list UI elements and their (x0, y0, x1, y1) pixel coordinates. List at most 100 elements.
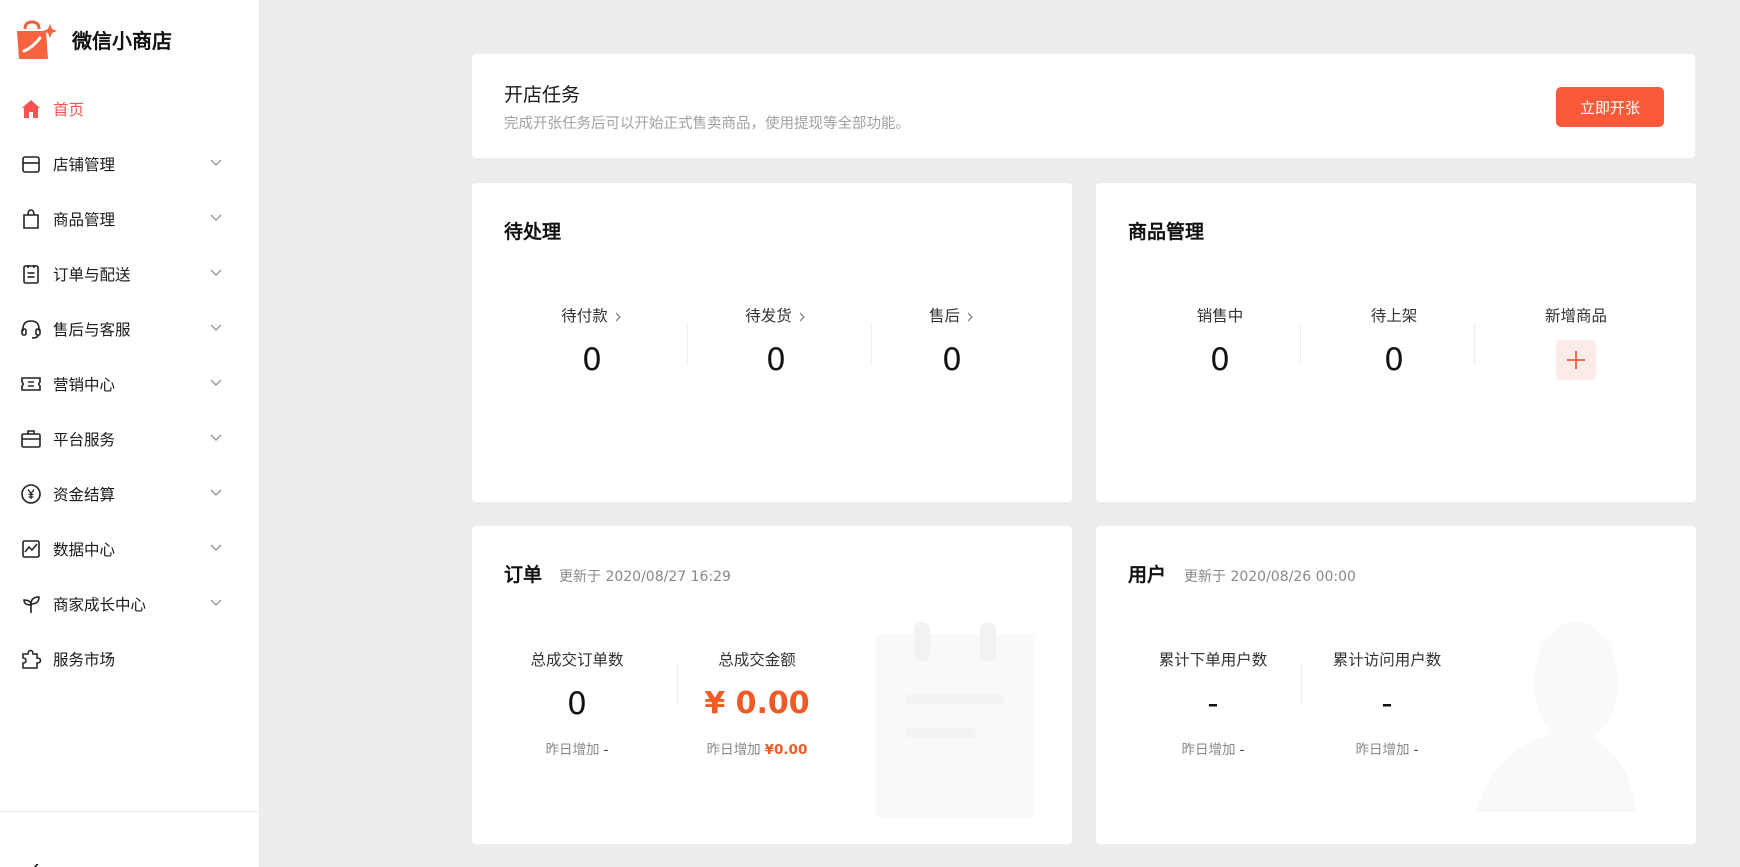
chevron-down-icon (208, 484, 224, 500)
sidebar-item-orders[interactable]: 订单与配送 (0, 246, 260, 301)
ordering-users-stat: 累计下单用户数 - 昨日增加 - (1148, 648, 1278, 758)
calendar-watermark-icon (876, 622, 1034, 822)
sidebar-item-label: 平台服务 (53, 430, 116, 449)
stat-value: - (1207, 686, 1219, 722)
sidebar-item-after-sales[interactable]: 售后与客服 (0, 301, 260, 356)
updated-time: 更新于 2020/08/26 00:00 (1184, 569, 1356, 585)
card-title: 商品管理 (1128, 221, 1205, 243)
user-icon[interactable] (32, 858, 42, 867)
sidebar-item-label: 首页 (53, 100, 85, 119)
sidebar-item-label: 商品管理 (53, 210, 116, 229)
brand-name: 微信小商店 (72, 28, 172, 53)
pending-shipment-stat[interactable]: 待发货 0 (716, 304, 836, 380)
chevron-down-icon (208, 154, 224, 170)
foot-value: - (1413, 742, 1419, 758)
sprout-icon (20, 593, 42, 615)
stat-label: 销售中 (1196, 307, 1244, 325)
sidebar-item-label: 营销中心 (53, 375, 116, 394)
stat-value: 0 (942, 342, 962, 378)
sidebar-item-label: 数据中心 (53, 540, 116, 559)
sidebar-divider (0, 811, 260, 812)
card-title: 待处理 (504, 221, 562, 243)
puzzle-icon (20, 648, 42, 670)
stat-label: 总成交金额 (718, 651, 796, 669)
brand[interactable]: 微信小商店 (16, 14, 172, 64)
chevron-right-icon (965, 309, 975, 322)
chevron-down-icon (208, 264, 224, 280)
sidebar-nav: 首页 店铺管理 商品管理 订单与配送 售后与客服 营销中心 平台服务 资金结算 … (0, 81, 260, 686)
users-card: 用户 更新于 2020/08/26 00:00 累计下单用户数 - 昨日增加 - … (1096, 526, 1696, 844)
stat-label: 累计访问用户数 (1332, 651, 1442, 669)
stat-label: 售后 (928, 307, 960, 325)
divider (1474, 324, 1475, 364)
card-title: 用户 (1128, 564, 1167, 586)
sidebar-item-label: 订单与配送 (53, 265, 131, 284)
sidebar-item-label: 售后与客服 (53, 320, 131, 339)
total-orders-stat: 总成交订单数 0 昨日增加 - (512, 648, 642, 758)
plus-icon (1567, 351, 1585, 369)
chevron-down-icon (208, 319, 224, 335)
foot-label: 昨日增加 (1355, 742, 1410, 758)
pending-payment-stat[interactable]: 待付款 0 (532, 304, 652, 380)
visiting-users-stat: 累计访问用户数 - 昨日增加 - (1322, 648, 1452, 758)
sidebar-item-goods[interactable]: 商品管理 (0, 191, 260, 246)
sidebar-item-store[interactable]: 店铺管理 (0, 136, 260, 191)
stat-label: 待发货 (745, 307, 792, 325)
on-sale-stat[interactable]: 销售中 0 (1160, 304, 1280, 380)
sidebar-item-settlement[interactable]: 资金结算 (0, 466, 260, 521)
sidebar-item-marketing[interactable]: 营销中心 (0, 356, 260, 411)
sidebar-item-platform-services[interactable]: 平台服务 (0, 411, 260, 466)
clipboard-icon (20, 263, 42, 285)
stat-label: 累计下单用户数 (1158, 651, 1268, 669)
divider (687, 324, 688, 364)
chevron-down-icon (208, 209, 224, 225)
updated-time: 更新于 2020/08/27 16:29 (559, 569, 731, 585)
sidebar-item-growth-center[interactable]: 商家成长中心 (0, 576, 260, 631)
stat-value: - (1381, 686, 1393, 722)
stat-label: 待付款 (561, 307, 608, 325)
foot-label: 昨日增加 (706, 742, 761, 758)
add-product-stat: 新增商品 (1516, 304, 1636, 380)
stat-label: 待上架 (1370, 307, 1418, 325)
sidebar-item-label: 服务市场 (53, 650, 116, 669)
open-store-button[interactable]: 立即开张 (1556, 87, 1664, 127)
ticket-icon (20, 373, 42, 395)
stat-label: 新增商品 (1544, 307, 1607, 325)
task-title: 开店任务 (504, 84, 581, 106)
shopping-bag-icon (20, 208, 42, 230)
stat-value: 0 (1384, 342, 1404, 378)
chevron-down-icon (208, 539, 224, 555)
chart-icon (20, 538, 42, 560)
divider (1300, 324, 1301, 364)
sidebar-item-service-market[interactable]: 服务市场 (0, 631, 260, 686)
after-sales-stat[interactable]: 售后 0 (892, 304, 1012, 380)
sidebar: 微信小商店 首页 店铺管理 商品管理 订单与配送 售后与客服 营销中心 平台服务… (0, 0, 260, 867)
foot-value: - (1239, 742, 1245, 758)
sidebar-item-data-center[interactable]: 数据中心 (0, 521, 260, 576)
sidebar-item-home[interactable]: 首页 (0, 81, 260, 136)
chevron-right-icon (613, 309, 623, 322)
open-store-task-card: 开店任务 完成开张任务后可以开始正式售卖商品，使用提现等全部功能。 立即开张 (472, 54, 1695, 158)
foot-value: ¥0.00 (764, 742, 808, 758)
stat-value: ¥ 0.00 (704, 686, 810, 721)
stat-value: 0 (582, 342, 602, 378)
add-product-button[interactable] (1556, 340, 1596, 380)
stat-label: 总成交订单数 (530, 651, 624, 669)
orders-card: 订单 更新于 2020/08/27 16:29 总成交订单数 0 昨日增加 - 总… (472, 526, 1072, 844)
sidebar-item-label: 商家成长中心 (53, 595, 147, 614)
pending-card: 待处理 待付款 0 待发货 0 售后 0 (472, 183, 1072, 502)
sidebar-item-label: 店铺管理 (53, 155, 116, 174)
divider (1301, 664, 1302, 704)
pending-listing-stat[interactable]: 待上架 0 (1334, 304, 1454, 380)
total-amount-stat: 总成交金额 ¥ 0.00 昨日增加 ¥0.00 (692, 648, 822, 758)
foot-label: 昨日增加 (545, 742, 600, 758)
stat-value: 0 (766, 342, 786, 378)
store-icon (20, 153, 42, 175)
chevron-down-icon (208, 374, 224, 390)
foot-label: 昨日增加 (1181, 742, 1236, 758)
task-description: 完成开张任务后可以开始正式售卖商品，使用提现等全部功能。 (504, 116, 910, 132)
chevron-down-icon (208, 594, 224, 610)
shop-bag-logo-icon (16, 18, 58, 60)
divider (871, 324, 872, 364)
goods-management-card: 商品管理 销售中 0 待上架 0 新增商品 (1096, 183, 1696, 502)
